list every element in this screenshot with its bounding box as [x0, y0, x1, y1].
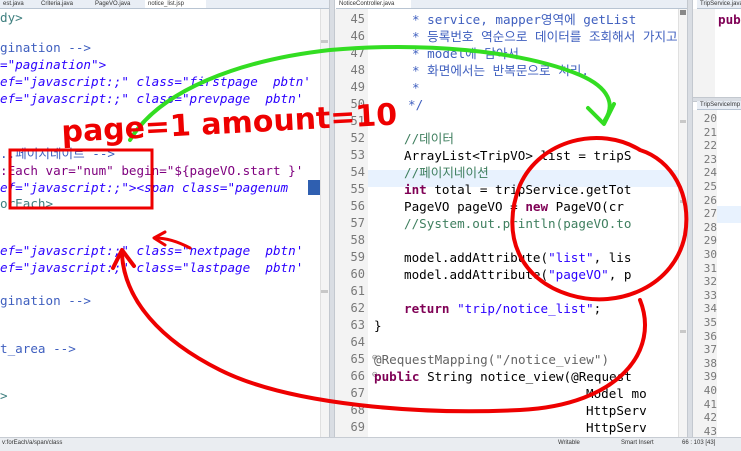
line-number: 50	[350, 97, 365, 111]
line-number: 48	[350, 63, 365, 77]
code-line: *	[412, 80, 420, 95]
code-line: return "trip/notice_list";	[404, 301, 602, 316]
line-number: 60	[350, 267, 365, 281]
status-path: v:forEach/a/span/class	[2, 440, 63, 446]
code-line: orEach>	[0, 196, 54, 211]
jsp-scrollbar-marker	[321, 40, 328, 43]
code-line: }	[374, 318, 382, 333]
java-scrollbar-marker	[680, 10, 686, 15]
code-line: gination -->	[0, 293, 91, 308]
code-line: @RequestMapping("/notice_view")	[374, 352, 610, 367]
line-number: 62	[350, 301, 365, 315]
code-line: dy>	[0, 10, 23, 25]
status-bar: v:forEach/a/span/class Writable Smart In…	[0, 437, 741, 451]
tab-criteria[interactable]: Criteria.java	[38, 0, 91, 8]
code-line: gination -->	[0, 40, 91, 55]
code-line: ..페이지네이트 -->	[0, 146, 116, 161]
line-number: 69	[350, 420, 365, 434]
code-line: * model에 담아서	[412, 46, 520, 61]
code-line: ="pagination">	[0, 57, 107, 72]
tab-est[interactable]: est.java	[0, 0, 29, 8]
code-line: HttpServ	[586, 420, 647, 435]
line-number: 64	[350, 335, 365, 349]
status-insert-mode: Smart Insert	[621, 440, 654, 446]
line-number: 61	[350, 284, 365, 298]
line-number: 65	[350, 352, 365, 366]
line-number: 54	[350, 165, 365, 179]
line-number: 67	[350, 386, 365, 400]
line-number: 53	[350, 148, 365, 162]
jsp-editor[interactable]: dy> gination --> ="pagination"> ef="java…	[0, 9, 320, 437]
code-line: //데이터	[404, 131, 454, 146]
line-number: 52	[350, 131, 365, 145]
tab-trip-service-impl[interactable]: TripServiceImp	[697, 101, 741, 109]
code-line: model.addAttribute("list", lis	[404, 250, 632, 265]
code-line: ef="javascript:;"><span class="pagenum	[0, 180, 289, 195]
code-line: t_area -->	[0, 341, 76, 356]
java-scrollbar-marker	[680, 200, 686, 203]
code-line: Model mo	[586, 386, 647, 401]
line-number: 56	[350, 199, 365, 213]
code-line: //System.out.println(pageVO.to	[404, 216, 632, 231]
left-tab-bar: est.java Criteria.java PageVO.java notic…	[0, 0, 329, 9]
right-tab-bar: NoticeController.java	[336, 0, 692, 9]
code-line: model.addAttribute("pageVO", p	[404, 267, 632, 282]
code-line: >	[0, 388, 8, 403]
selection-highlight	[308, 180, 320, 195]
current-line-marker	[717, 206, 741, 223]
far-right-tab-bar: TripService.java	[697, 0, 741, 9]
code-line: */	[408, 97, 424, 112]
status-writable: Writable	[558, 440, 580, 446]
line-number: 57	[350, 216, 365, 230]
line-number: 55	[350, 182, 365, 196]
code-line: ef="javascript:;" class="prevpage pbtn'	[0, 91, 304, 106]
java-scrollbar-marker	[680, 330, 686, 333]
java-scrollbar-marker	[680, 120, 686, 123]
code-line: ef="javascript:;" class="firstpage pbtn'	[0, 74, 311, 89]
line-number: 47	[350, 46, 365, 60]
tab-trip-service[interactable]: TripService.java	[697, 0, 741, 8]
code-line: public String notice_view(@Request	[374, 369, 632, 384]
code-line: ef="javascript:;" class="lastpage pbtn'	[0, 260, 304, 275]
line-number: 45	[350, 12, 365, 26]
line-number: 49	[350, 80, 365, 94]
code-line: * service, mapper영역에 getList	[412, 12, 637, 27]
line-number: 68	[350, 403, 365, 417]
tab-notice-list[interactable]: notice_list.jsp	[145, 0, 206, 8]
code-line: ArrayList<TripVO> list = tripS	[404, 148, 632, 163]
code-line: * 등록번호 역순으로 데이터를 조회해서 가지고	[412, 29, 678, 44]
code-line: pub	[718, 12, 741, 27]
code-line: ef="javascript:;" class="nextpage pbtn'	[0, 243, 304, 258]
tab-notice-controller[interactable]: NoticeController.java	[336, 0, 411, 8]
jsp-scrollbar-marker	[321, 290, 328, 293]
code-line: HttpServ	[586, 403, 647, 418]
code-line: int total = tripService.getTot	[404, 182, 632, 197]
code-line: :Each var="num" begin="${pageVO.start }'	[0, 163, 304, 178]
far-right-lower-tab-bar: TripServiceImp	[697, 101, 741, 110]
code-line: * 화면에서는 반복문으로 처리.	[412, 63, 589, 78]
line-number: 59	[350, 250, 365, 264]
trip-service-gutter	[693, 9, 715, 97]
line-number: 58	[350, 233, 365, 247]
tab-pagevo[interactable]: PageVO.java	[92, 0, 143, 8]
line-number: 63	[350, 318, 365, 332]
code-line: PageVO pageVO = new PageVO(cr	[404, 199, 624, 214]
status-position: 66 : 103 [43]	[682, 440, 716, 446]
line-number: 66	[350, 369, 365, 383]
line-number: 46	[350, 29, 365, 43]
code-line: //페이지네이션	[404, 165, 489, 180]
line-number: 51	[350, 114, 365, 128]
